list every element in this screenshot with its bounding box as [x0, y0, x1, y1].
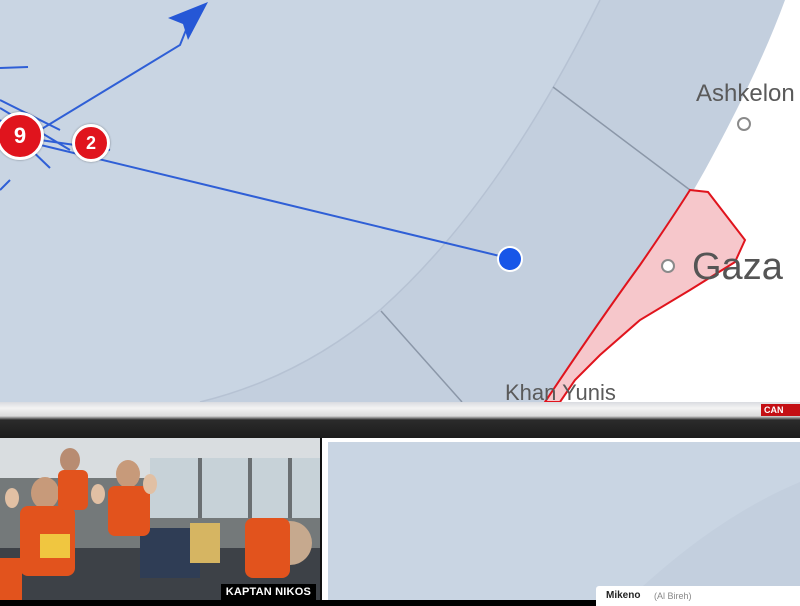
map-inset[interactable]	[322, 438, 800, 600]
vessel-position-dot	[499, 248, 521, 270]
broadcast-divider-bar	[0, 402, 800, 438]
map-inset-canvas	[328, 442, 800, 600]
city-label-khan-yunis: Khan Yunis	[505, 380, 616, 402]
gaza-city-dot	[661, 259, 675, 273]
map-view[interactable]: Ashkelon Gaza Khan Yunis 9 2	[0, 0, 800, 402]
city-label-gaza: Gaza	[692, 246, 783, 288]
vessel-name: Mikeno	[606, 590, 641, 601]
live-video-feed: KAPTAN NIKOS	[0, 438, 322, 600]
channel-tag: CAN	[761, 404, 800, 416]
boat-cabin-scene	[0, 438, 320, 600]
map-canvas	[0, 0, 800, 402]
cluster-marker-2[interactable]: 2	[72, 124, 110, 162]
video-caption: KAPTAN NIKOS	[220, 584, 316, 600]
ashkelon-city-dot	[737, 117, 751, 131]
city-label-ashkelon: Ashkelon	[696, 80, 795, 107]
